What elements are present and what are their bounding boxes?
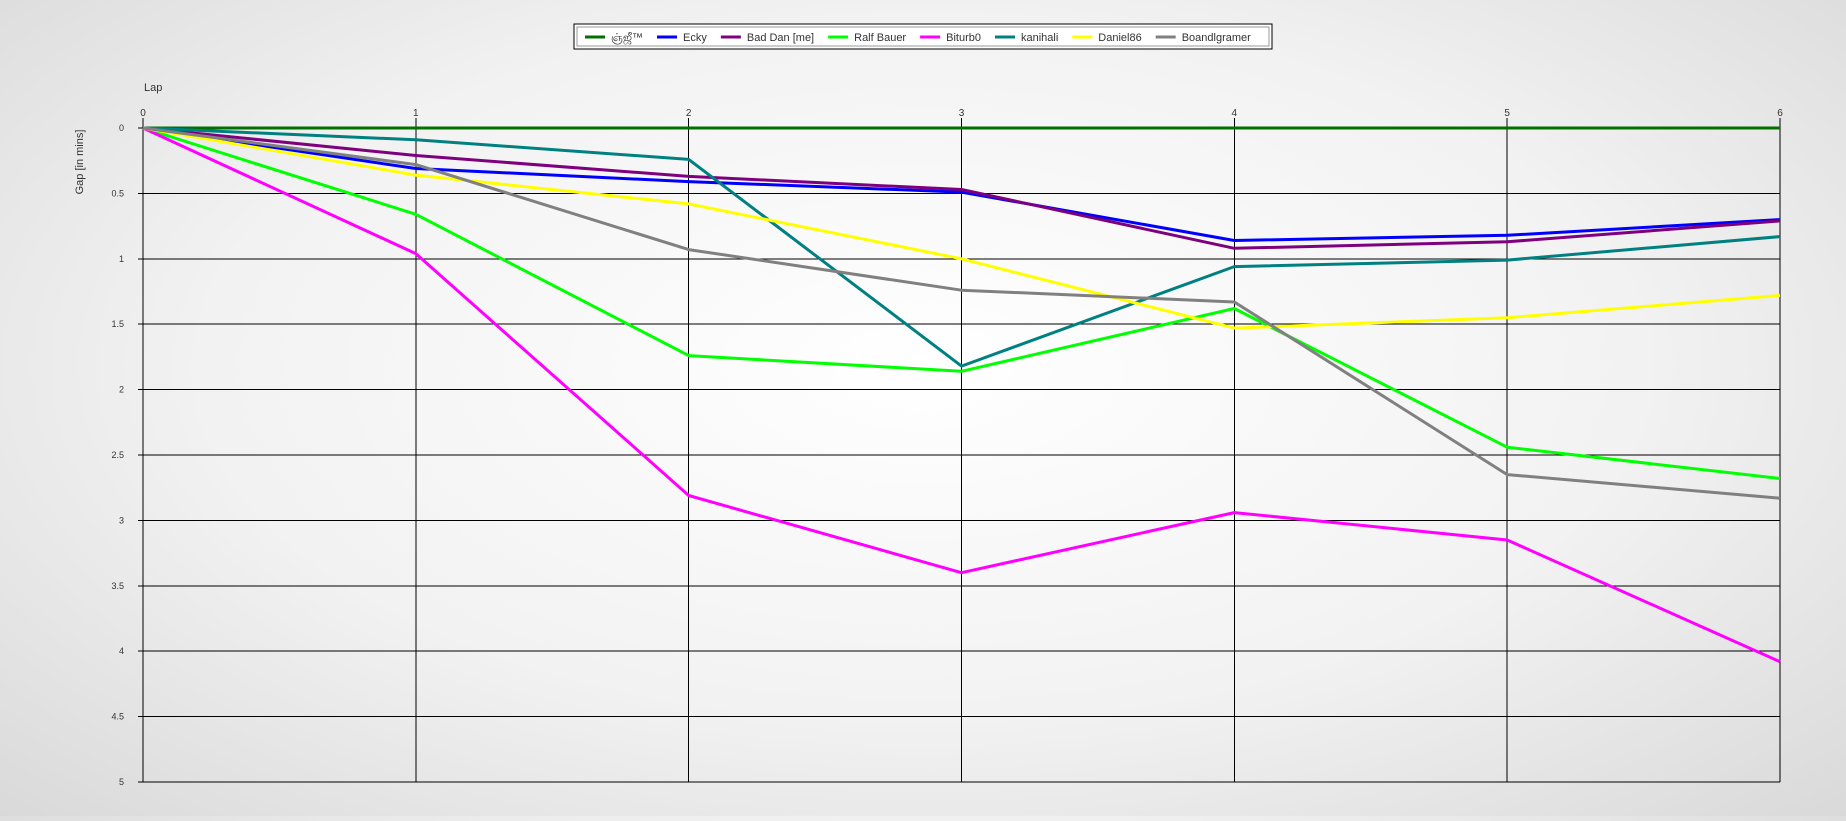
- y-tick-label: 3: [119, 515, 124, 525]
- y-tick-label: 2.5: [111, 450, 124, 460]
- y-tick-label: 0: [119, 123, 124, 133]
- legend-label: Biturb0: [946, 32, 981, 44]
- legend-label: Bad Dan [me]: [747, 32, 814, 44]
- axes: 0 0.5 1 1.5 2 2.5 3 3.5 4 4.5 5 0 1 2 3 4 5 6: [111, 108, 1783, 787]
- legend-label: Ecky: [683, 32, 707, 44]
- x-axis-label: Lap: [144, 82, 162, 94]
- x-tick-label: 2: [686, 108, 692, 119]
- legend-label: Ralf Bauer: [854, 32, 906, 44]
- y-tick-label: 4: [119, 646, 124, 656]
- y-axis-label: Gap [in mins]: [74, 130, 86, 195]
- x-tick-label: 4: [1232, 108, 1238, 119]
- legend-label: kanihali: [1021, 32, 1058, 44]
- y-tick-label: 3.5: [111, 581, 124, 591]
- y-tick-label: 4.5: [111, 712, 124, 722]
- y-tick-label: 1.5: [111, 319, 124, 329]
- gap-chart: ஞ்ஜீ™ Ecky Bad Dan [me] Ralf Bauer Biturb0 ka…: [74, 23, 1783, 787]
- chart-container: ஞ்ஜீ™ Ecky Bad Dan [me] Ralf Bauer Biturb0 ka…: [0, 0, 1846, 816]
- legend: ஞ்ஜீ™ Ecky Bad Dan [me] Ralf Bauer Biturb0 ka…: [573, 23, 1273, 50]
- y-tick-label: 0.5: [111, 188, 124, 198]
- legend-label: ஞ்ஜீ™: [611, 32, 643, 45]
- x-tick-label: 0: [140, 108, 146, 119]
- x-tick-label: 5: [1504, 108, 1510, 119]
- x-tick-label: 6: [1777, 108, 1783, 119]
- x-tick-label: 3: [959, 108, 965, 119]
- legend-label: Daniel86: [1098, 32, 1141, 44]
- legend-label: Boandlgramer: [1182, 32, 1251, 44]
- y-tick-label: 2: [119, 385, 124, 395]
- x-tick-label: 1: [413, 108, 419, 119]
- y-tick-label: 5: [119, 777, 124, 787]
- y-tick-label: 1: [119, 254, 124, 264]
